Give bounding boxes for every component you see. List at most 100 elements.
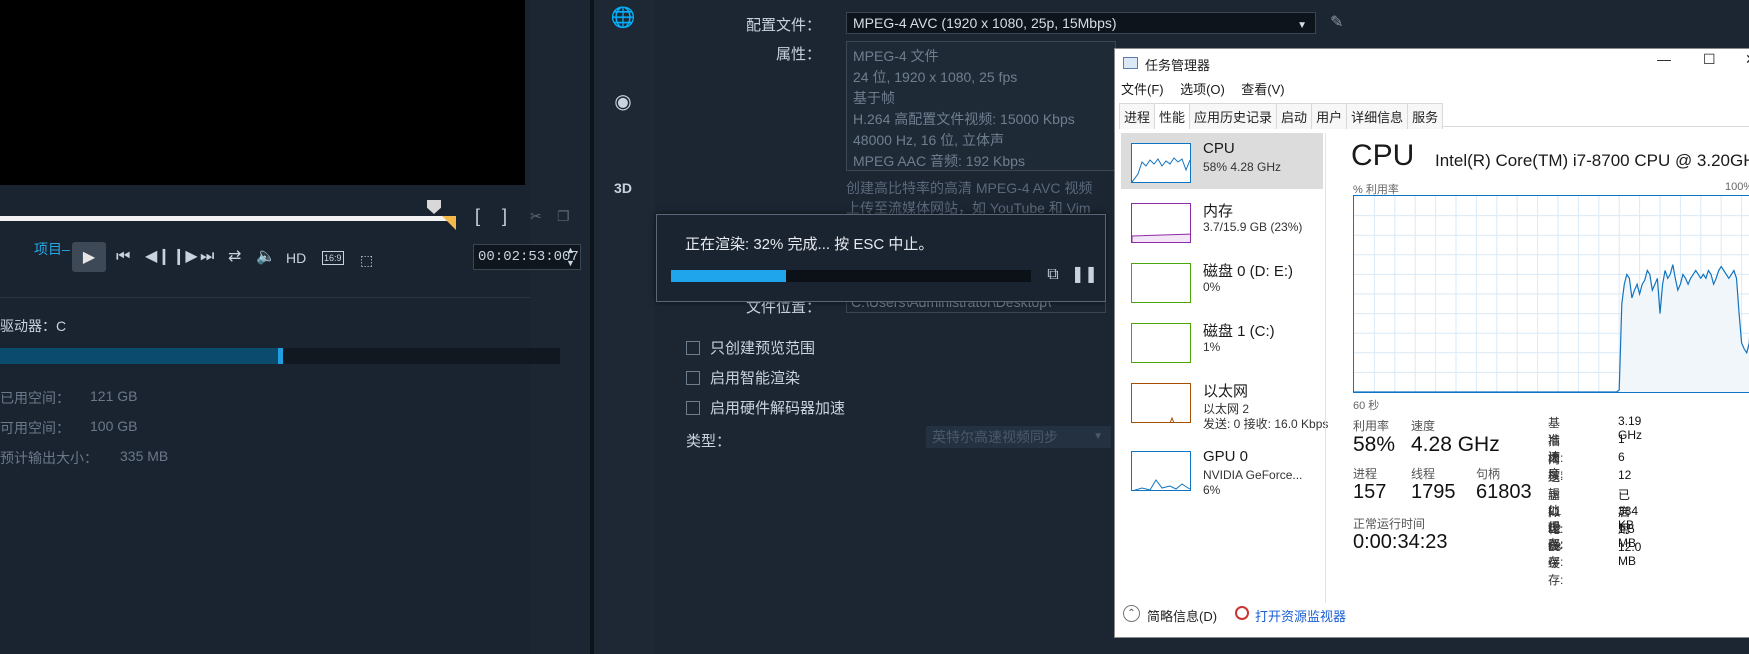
- 3d-icon[interactable]: 3D: [610, 175, 636, 201]
- resource-name: 内存: [1203, 203, 1234, 220]
- property-line: H.264 高配置文件视频: 15000 Kbps: [853, 111, 1075, 127]
- speed-value: 4.28 GHz: [1411, 433, 1500, 456]
- chevron-up-icon[interactable]: ⌃: [1123, 605, 1140, 622]
- mark-in-icon[interactable]: [: [475, 206, 480, 226]
- type-select[interactable]: 英特尔高速视频同步 ▼: [926, 426, 1111, 448]
- tab-bar: 进程 性能 应用历史记录 启动 用户 详细信息 服务: [1119, 103, 1749, 129]
- output-size-label: 预计输出大小：: [0, 450, 98, 466]
- edit-icon[interactable]: ✎: [1330, 12, 1343, 32]
- memory-thumbnail-graph: [1131, 203, 1191, 243]
- scrub-track[interactable]: [0, 216, 450, 221]
- cpu-utilization-graph: [1353, 195, 1749, 393]
- checkbox-preview-range[interactable]: 只创建预览范围: [686, 337, 815, 358]
- disk-thumbnail-graph: [1131, 263, 1191, 303]
- type-value: 英特尔高速视频同步: [932, 429, 1058, 445]
- open-resource-monitor-link[interactable]: 打开资源监视器: [1255, 606, 1346, 625]
- resource-ethernet[interactable]: 以太网 以太网 2 发送: 0 接收: 16.0 Kbps: [1121, 373, 1328, 435]
- ethernet-thumbnail-graph: [1131, 383, 1191, 423]
- menu-view[interactable]: 查看(V): [1241, 82, 1284, 97]
- tab-performance[interactable]: 性能: [1154, 103, 1191, 129]
- properties-box: MPEG-4 文件 24 位, 1920 x 1080, 25 fps 基于帧 …: [846, 41, 1116, 171]
- pane-divider[interactable]: [1325, 133, 1326, 603]
- tab-startup[interactable]: 启动: [1276, 103, 1313, 129]
- task-manager-icon: [1123, 57, 1138, 69]
- resource-name: GPU 0: [1203, 448, 1249, 465]
- globe-icon[interactable]: 🌐: [610, 5, 636, 31]
- preview-toggle-icon[interactable]: ⧉: [1041, 263, 1065, 287]
- volume-icon[interactable]: 🔈: [256, 247, 276, 267]
- profile-select[interactable]: MPEG-4 AVC (1920 x 1080, 25p, 15Mbps) ▼: [846, 12, 1316, 34]
- cpu-thumbnail-graph: [1131, 143, 1191, 183]
- processes-value: 157: [1353, 481, 1387, 503]
- resource-disk-1[interactable]: 磁盘 1 (C:) 1%: [1121, 313, 1323, 369]
- timecode-field[interactable]: 00:02:53:007: [473, 244, 581, 270]
- utilization-label: 利用率: [1353, 419, 1390, 433]
- project-mode-label[interactable]: 项目–: [34, 239, 70, 259]
- checkbox-smart-render[interactable]: 启用智能渲染: [686, 367, 800, 388]
- properties-label: 属性：: [776, 46, 822, 63]
- spec-value: 12.0 MB: [1618, 540, 1642, 568]
- graph-x-label: 60 秒: [1353, 400, 1380, 412]
- type-label: 类型：: [686, 433, 732, 450]
- tab-users[interactable]: 用户: [1311, 103, 1348, 129]
- spec-value: 1: [1618, 432, 1625, 446]
- resource-monitor-icon[interactable]: [1235, 606, 1249, 620]
- checkbox-label: 启用硬件解码器加速: [710, 400, 846, 417]
- resource-detail-2: 发送: 0 接收: 16.0 Kbps: [1203, 417, 1329, 431]
- checkbox[interactable]: [686, 370, 700, 385]
- maximize-icon[interactable]: ☐: [1703, 51, 1716, 68]
- disc-icon[interactable]: ◉: [610, 89, 636, 115]
- resource-cpu[interactable]: CPU 58% 4.28 GHz: [1121, 133, 1323, 189]
- window-title: 任务管理器: [1145, 58, 1211, 73]
- mark-out-icon[interactable]: ]: [502, 206, 507, 226]
- used-space-label: 已用空间：: [0, 390, 70, 406]
- tab-processes[interactable]: 进程: [1119, 103, 1156, 129]
- output-size-value: 335 MB: [120, 448, 169, 464]
- hd-toggle[interactable]: HD: [286, 248, 306, 268]
- pause-icon[interactable]: ❚❚: [1071, 263, 1098, 287]
- video-preview: [0, 0, 525, 185]
- menu-options[interactable]: 选项(O): [1180, 82, 1225, 97]
- menu-file[interactable]: 文件(F): [1121, 82, 1164, 97]
- copy-icon[interactable]: ❐: [557, 206, 570, 226]
- free-space-value: 100 GB: [90, 418, 138, 434]
- checkbox[interactable]: [686, 340, 700, 355]
- timecode-stepper[interactable]: ▲ ▼: [566, 244, 575, 270]
- close-icon[interactable]: ✕: [1745, 51, 1749, 68]
- prev-icon[interactable]: ⏮: [116, 247, 130, 267]
- used-space-value: 121 GB: [90, 388, 138, 404]
- profile-label: 配置文件：: [746, 17, 822, 34]
- resource-detail: 3.7/15.9 GB (23%): [1203, 220, 1303, 234]
- checkbox-hw-decoder[interactable]: 启用硬件解码器加速: [686, 397, 845, 418]
- description-line: 创建高比特率的高清 MPEG-4 AVC 视频: [846, 180, 1093, 196]
- crop-icon[interactable]: ⬚: [360, 250, 373, 270]
- aspect-ratio-button[interactable]: 16:9: [322, 251, 344, 265]
- spec-value: 6: [1618, 450, 1625, 464]
- resource-gpu[interactable]: GPU 0 NVIDIA GeForce... 6%: [1121, 441, 1323, 503]
- step-forward-icon[interactable]: ❙▶: [172, 247, 198, 267]
- property-line: 24 位, 1920 x 1080, 25 fps: [853, 69, 1018, 85]
- resource-memory[interactable]: 内存 3.7/15.9 GB (23%): [1121, 193, 1323, 249]
- task-manager-window: 任务管理器 — ☐ ✕ 文件(F) 选项(O) 查看(V) 进程性能应用历史记录…: [1114, 48, 1749, 638]
- tab-services[interactable]: 服务: [1407, 103, 1444, 129]
- cpu-model: Intel(R) Core(TM) i7-8700 CPU @ 3.20GHz: [1435, 151, 1749, 170]
- next-icon[interactable]: ⏭: [200, 247, 214, 267]
- scissors-icon[interactable]: ✂: [530, 206, 542, 226]
- profile-description: 创建高比特率的高清 MPEG-4 AVC 视频 上传至流媒体网站，如 YouTu…: [846, 178, 1092, 218]
- resource-disk-0[interactable]: 磁盘 0 (D: E:) 0%: [1121, 253, 1323, 309]
- speed-label: 速度: [1411, 419, 1436, 433]
- tab-details[interactable]: 详细信息: [1346, 103, 1409, 129]
- fewer-details-button[interactable]: 简略信息(D): [1147, 606, 1217, 625]
- free-space-label: 可用空间：: [0, 420, 70, 436]
- threads-value: 1795: [1411, 481, 1456, 503]
- tab-app-history[interactable]: 应用历史记录: [1189, 103, 1278, 129]
- checkbox[interactable]: [686, 400, 700, 415]
- repeat-icon[interactable]: ⇄: [228, 247, 241, 267]
- property-line: MPEG-4 文件: [853, 48, 939, 64]
- step-back-icon[interactable]: ◀❙: [145, 247, 171, 267]
- resource-list: CPU 58% 4.28 GHz 内存 3.7/15.9 GB (23%) 磁盘…: [1117, 133, 1328, 603]
- checkbox-label: 启用智能渲染: [710, 370, 801, 387]
- drive-usage-fill: [0, 348, 280, 364]
- minimize-icon[interactable]: —: [1657, 51, 1671, 67]
- play-button[interactable]: ▶: [72, 242, 106, 272]
